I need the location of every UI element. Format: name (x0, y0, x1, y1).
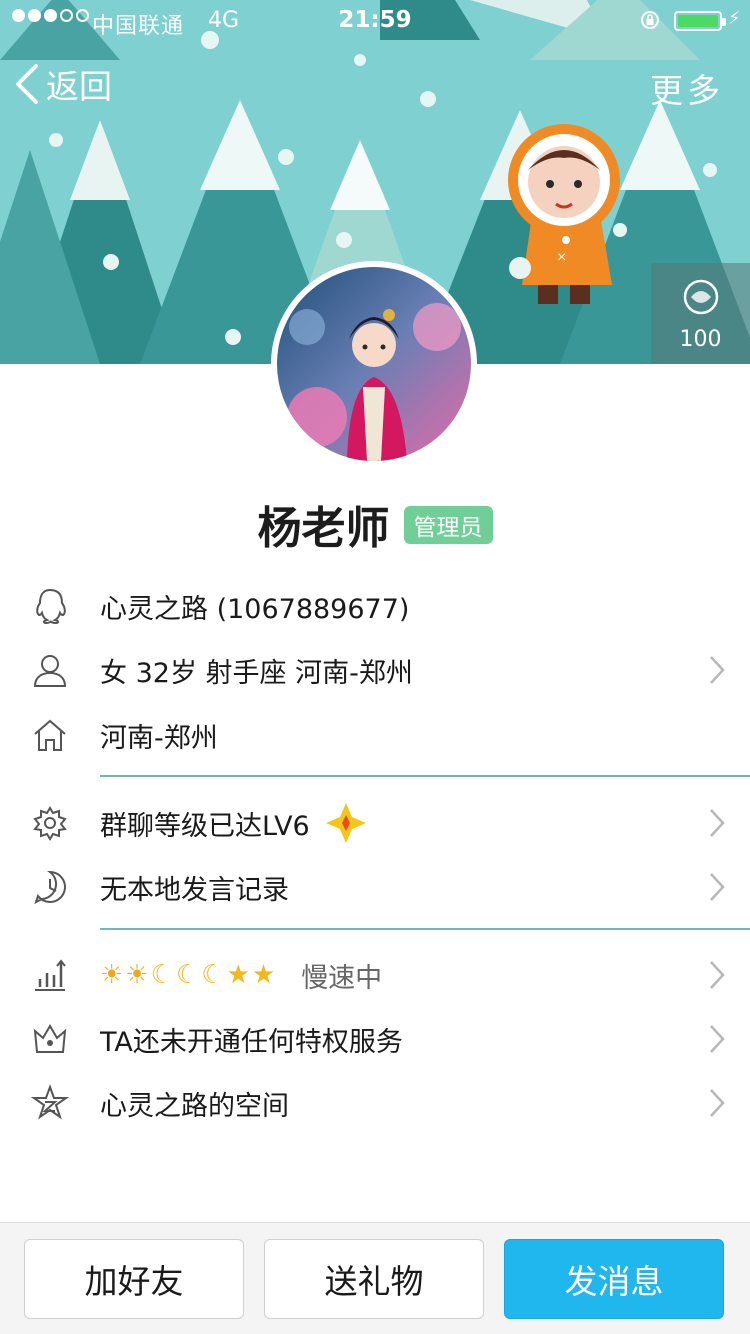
send-gift-button[interactable]: 送礼物 (264, 1239, 484, 1319)
group-level-text: 群聊等级已达LV6 (100, 801, 368, 845)
group-level-label: 群聊等级已达LV6 (100, 810, 310, 842)
chevron-left-icon (16, 64, 38, 104)
chevron-right-icon (710, 809, 725, 837)
chevron-right-icon (710, 873, 725, 901)
add-friend-button[interactable]: 加好友 (24, 1239, 244, 1319)
qq-level-row[interactable]: ☀ ☀ ☾ ☾ ☾ ★ ★ 慢速中 (0, 943, 750, 1007)
more-button[interactable]: 更多 (650, 64, 724, 112)
back-button[interactable]: 返回 (14, 60, 112, 108)
qq-level-content: ☀ ☀ ☾ ☾ ☾ ★ ★ 慢速中 (100, 956, 382, 995)
chat-record-row[interactable]: 无本地发言记录 (0, 855, 750, 919)
eskimo-character-illustration: × (508, 124, 620, 304)
level-speed-text: 慢速中 (301, 962, 383, 994)
chevron-right-icon (710, 1025, 725, 1053)
mascot-badge-icon (651, 277, 750, 322)
profile-name-row: 杨老师 管理员 (0, 492, 750, 556)
badge-count: 100 (679, 327, 722, 352)
chevron-right-icon (710, 1089, 725, 1117)
qq-penguin-icon (30, 586, 70, 626)
qzone-text: 心灵之路的空间 (100, 1090, 289, 1122)
avatar-photo (277, 267, 471, 461)
gear-icon (30, 803, 70, 843)
admin-badge: 管理员 (403, 506, 493, 544)
level-emblems: ☀ ☀ ☾ ☾ ☾ ★ ★ (100, 962, 275, 988)
chat-record-text: 无本地发言记录 (100, 874, 289, 906)
battery-icon (674, 11, 726, 31)
qq-account-row: 心灵之路 (1067889677) (0, 574, 750, 638)
clock-icon (30, 867, 70, 907)
hometown-text: 河南-郑州 (100, 722, 218, 754)
sun-icon: ☀ (100, 960, 124, 990)
moon-icon: ☾ (150, 960, 174, 990)
bottom-action-bar: 加好友 送礼物 发消息 (0, 1222, 750, 1334)
home-icon (30, 715, 70, 755)
person-icon (30, 650, 70, 690)
hometown-row: 河南-郑州 (0, 703, 750, 767)
level-diamond-icon (325, 803, 366, 843)
moon-icon: ☾ (201, 960, 225, 990)
privilege-row[interactable]: TA还未开通任何特权服务 (0, 1007, 750, 1071)
star-icon: ★ (226, 960, 250, 990)
back-label: 返回 (46, 67, 112, 106)
qzone-star-icon (30, 1083, 70, 1123)
group-level-row[interactable]: 群聊等级已达LV6 (0, 791, 750, 855)
svg-text:×: × (557, 249, 566, 266)
crown-icon (30, 1019, 70, 1059)
personal-info-row[interactable]: 女 32岁 射手座 河南-郑州 (0, 638, 750, 702)
qq-account-text: 心灵之路 (1067889677) (100, 593, 410, 625)
moon-icon: ☾ (175, 960, 200, 990)
section-divider (100, 928, 750, 930)
status-time: 21:59 (338, 7, 412, 33)
sun-icon: ☀ (125, 960, 149, 990)
charging-icon: ⚡ (728, 8, 741, 29)
privilege-text: TA还未开通任何特权服务 (100, 1026, 403, 1058)
qzone-row[interactable]: 心灵之路的空间 (0, 1071, 750, 1135)
section-divider (100, 775, 750, 777)
chevron-right-icon (710, 656, 725, 684)
rotation-lock-icon (641, 11, 659, 29)
level-chart-icon (30, 955, 70, 995)
status-bar: 中国联通 4G 21:59 ⚡ (0, 0, 750, 40)
chevron-right-icon (710, 961, 725, 989)
personal-info-text: 女 32岁 射手座 河南-郑州 (100, 657, 413, 689)
profile-name: 杨老师 (257, 503, 390, 554)
send-message-button[interactable]: 发消息 (504, 1239, 724, 1319)
star-icon: ★ (251, 960, 276, 990)
avatar[interactable] (271, 261, 477, 467)
side-badge[interactable]: 100 (651, 263, 750, 364)
